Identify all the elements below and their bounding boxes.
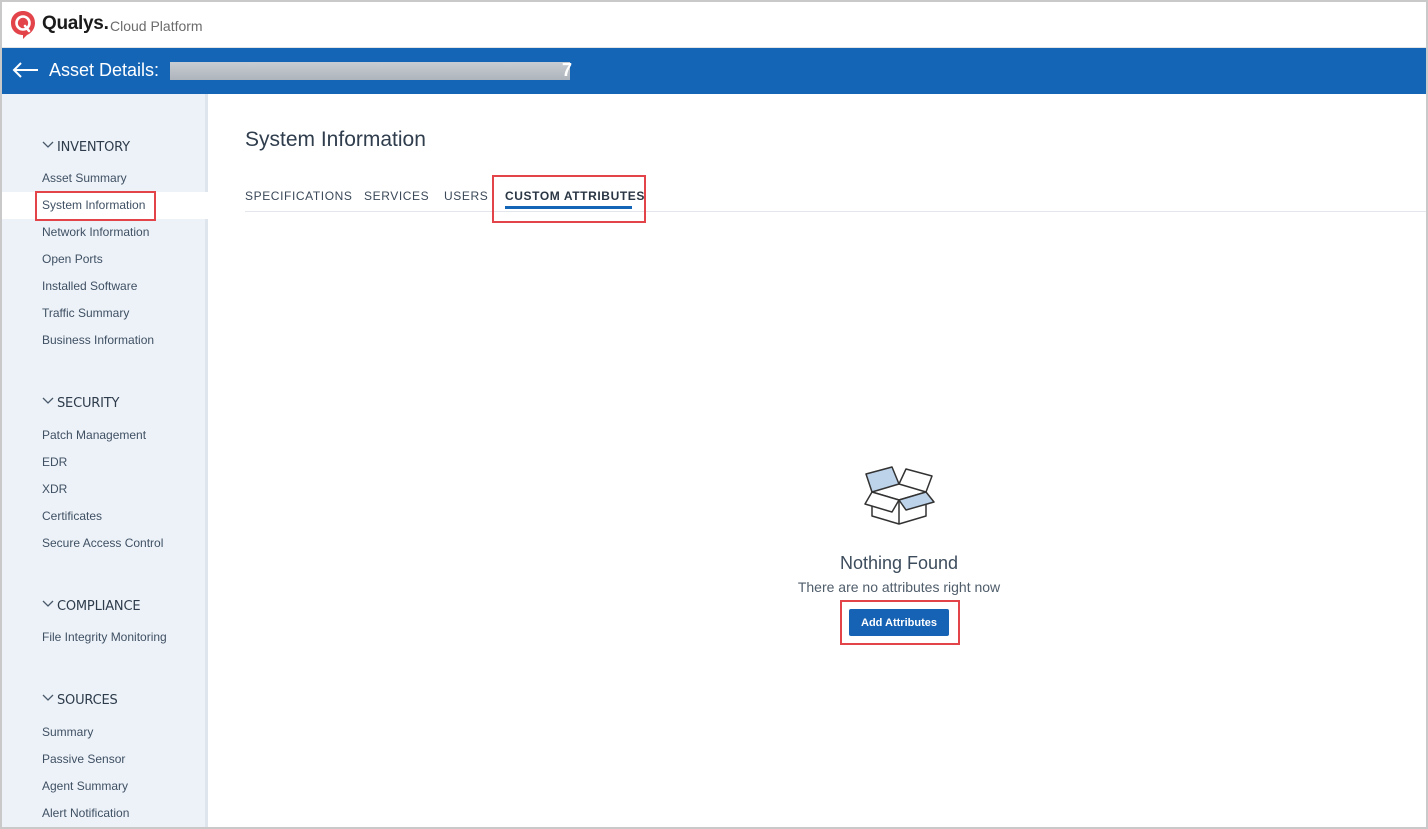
empty-state-title: Nothing Found [839,553,959,573]
back-arrow-icon[interactable] [10,57,42,83]
tab-services[interactable]: SERVICES [364,189,429,203]
sidebar-item-open-ports[interactable]: Open Ports [42,252,103,266]
sidebar-item-agent-summary[interactable]: Agent Summary [42,779,128,793]
redacted-asset-name [170,62,570,80]
sidebar-item-traffic-summary[interactable]: Traffic Summary [42,306,129,320]
brand-name: Qualys. [42,13,109,34]
chevron-down-icon [42,141,54,148]
section-sources[interactable]: SOURCES [42,693,118,708]
brand-bar: Qualys. Cloud Platform [2,2,1426,48]
asset-name-tail: 7 [562,60,573,80]
asset-header: Asset Details: 7 [2,48,1426,94]
header-title: Asset Details: [49,60,160,80]
sidebar-item-installed-software[interactable]: Installed Software [42,279,137,293]
section-title-label: SOURCES [57,693,118,708]
chevron-down-icon [42,397,54,404]
sidebar-item-summary[interactable]: Summary [42,725,93,739]
qualys-logo-icon [11,11,35,39]
sidebar-item-certificates[interactable]: Certificates [42,509,102,523]
tab-bar: SPECIFICATIONS SERVICES USERS CUSTOM ATT… [245,188,1426,212]
open-box-icon [864,466,935,525]
highlight-system-information [35,191,156,221]
sidebar-item-patch-management[interactable]: Patch Management [42,428,146,442]
highlight-add-attributes-button [840,600,960,645]
section-inventory[interactable]: INVENTORY [42,140,130,155]
sidebar-item-network-information[interactable]: Network Information [42,225,149,239]
section-compliance[interactable]: COMPLIANCE [42,599,141,614]
sidebar-item-alert-notification[interactable]: Alert Notification [42,806,129,820]
brand-product: Cloud Platform [110,18,203,34]
page-title: System Information [245,128,426,151]
tab-users[interactable]: USERS [444,189,488,203]
section-title-label: INVENTORY [57,140,130,155]
section-title-label: COMPLIANCE [57,599,141,614]
sidebar: INVENTORY Asset Summary System Informati… [2,94,208,827]
sidebar-item-asset-summary[interactable]: Asset Summary [42,171,127,185]
sidebar-item-secure-access-control[interactable]: Secure Access Control [42,536,163,550]
sidebar-item-file-integrity-monitoring[interactable]: File Integrity Monitoring [42,630,167,644]
sidebar-item-edr[interactable]: EDR [42,455,67,469]
main-content: System Information SPECIFICATIONS SERVIC… [211,94,1426,827]
app-window: Qualys. Cloud Platform Asset Details: 7 … [0,0,1428,829]
sidebar-item-business-information[interactable]: Business Information [42,333,154,347]
chevron-down-icon [42,600,54,607]
section-security[interactable]: SECURITY [42,396,119,411]
highlight-custom-attributes-tab [492,175,646,223]
chevron-down-icon [42,694,54,701]
empty-state-message: There are no attributes right now [797,579,1001,595]
tab-specifications[interactable]: SPECIFICATIONS [245,189,353,203]
section-title-label: SECURITY [57,396,120,411]
sidebar-item-xdr[interactable]: XDR [42,482,67,496]
sidebar-item-passive-sensor[interactable]: Passive Sensor [42,752,125,766]
